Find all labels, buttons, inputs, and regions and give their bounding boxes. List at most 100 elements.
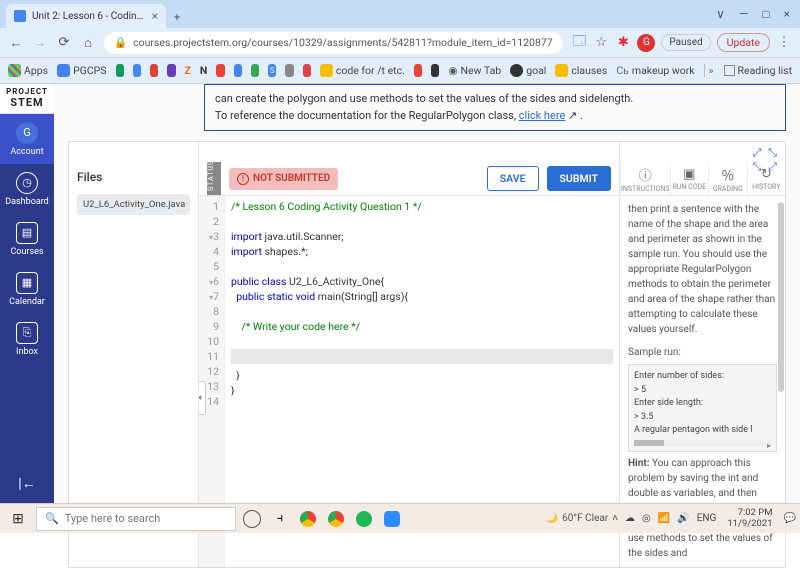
instruction-line: To reference the documentation for the R… bbox=[215, 108, 775, 125]
wifi-icon[interactable]: 📶 bbox=[658, 513, 670, 524]
bookmark-s[interactable]: S bbox=[268, 64, 276, 77]
notifications-icon[interactable]: 💬 bbox=[784, 513, 796, 524]
sample-run-box: Enter number of sides: > 5 Enter side le… bbox=[628, 364, 777, 452]
warning-icon: ! bbox=[237, 173, 249, 185]
expand-icon[interactable]: ⤢ ⤡⤡ ⤢ bbox=[753, 146, 779, 174]
bookmark-icon[interactable] bbox=[303, 64, 311, 77]
weather-widget[interactable]: 🌙 60°F Clear bbox=[546, 513, 609, 524]
sidebar-item-dashboard[interactable]: ◷ Dashboard bbox=[0, 164, 54, 214]
update-button[interactable]: Update bbox=[717, 33, 770, 52]
window-minimize-icon[interactable]: — bbox=[739, 7, 748, 21]
click-here-link[interactable]: click here bbox=[519, 109, 566, 122]
h-scrollbar-thumb[interactable] bbox=[634, 440, 664, 446]
sidebar-collapse[interactable]: |← bbox=[0, 463, 54, 503]
sidebar-label: Account bbox=[10, 147, 43, 157]
window-minimize-icon[interactable]: ∨ bbox=[716, 7, 725, 21]
browser-tab[interactable]: Unit 2: Lesson 6 - Coding Activity × bbox=[6, 4, 166, 28]
scrollbar-thumb[interactable] bbox=[778, 202, 784, 392]
task-view-icon[interactable]: ⫞ bbox=[268, 507, 292, 531]
cortana-icon[interactable] bbox=[240, 507, 264, 531]
calendar-icon: ▦ bbox=[16, 272, 38, 294]
forward-icon[interactable]: → bbox=[32, 35, 48, 51]
sample-run-label: Sample run: bbox=[628, 345, 777, 360]
new-tab-bookmark[interactable]: ◉New Tab bbox=[448, 64, 501, 77]
makeup-bookmark[interactable]: Cьmakeup work bbox=[616, 64, 694, 77]
inbox-icon: ⎘ bbox=[16, 322, 38, 344]
bookmark-icon[interactable] bbox=[251, 64, 259, 77]
reading-list-button[interactable]: Reading list bbox=[724, 64, 792, 77]
file-item[interactable]: U2_L6_Activity_One.java bbox=[77, 194, 190, 215]
bookmark-icon[interactable] bbox=[431, 64, 439, 77]
new-tab-button[interactable]: + bbox=[166, 6, 188, 28]
goal-bookmark[interactable]: goal bbox=[510, 64, 546, 77]
start-button[interactable]: ⊞ bbox=[4, 505, 32, 533]
submit-button[interactable]: SUBMIT bbox=[547, 166, 611, 191]
tab-grading[interactable]: ％GRADING bbox=[708, 162, 746, 195]
tab-instructions[interactable]: ⓘINSTRUCTIONS bbox=[620, 162, 670, 195]
grading-icon: ％ bbox=[721, 165, 734, 184]
weather-icon: 🌙 bbox=[546, 513, 558, 524]
url-text: courses.projectstem.org/courses/10329/as… bbox=[133, 36, 553, 49]
bookmark-icon[interactable] bbox=[285, 64, 293, 77]
bookmark-icon[interactable] bbox=[150, 64, 158, 77]
canvas-sidebar: PROJECT STEM G Account ◷ Dashboard ▤ Cou… bbox=[0, 84, 54, 503]
sidebar-label: Inbox bbox=[16, 347, 38, 357]
location-icon[interactable]: ◎ bbox=[642, 513, 651, 524]
sidebar-item-calendar[interactable]: ▦ Calendar bbox=[0, 264, 54, 314]
dashboard-icon: ◷ bbox=[16, 172, 38, 194]
back-icon[interactable]: ← bbox=[8, 35, 24, 51]
save-button[interactable]: SAVE bbox=[487, 166, 539, 191]
tray-up-icon[interactable]: ˄ bbox=[612, 513, 618, 524]
instruction-text: then print a sentence with the name of t… bbox=[628, 202, 777, 337]
menu-icon[interactable]: ⋮ bbox=[776, 35, 792, 50]
bookmark-icon[interactable]: ☆ bbox=[593, 35, 609, 50]
chrome-app-icon[interactable] bbox=[324, 507, 348, 531]
clauses-bookmark[interactable]: clauses bbox=[555, 64, 607, 77]
bookmark-n[interactable]: N bbox=[200, 64, 207, 77]
window-maximize-icon[interactable]: □ bbox=[762, 7, 769, 21]
search-icon: 🔍 bbox=[45, 512, 59, 525]
bookmarks-overflow[interactable]: » bbox=[704, 64, 718, 77]
tab-title: Unit 2: Lesson 6 - Coding Activity bbox=[32, 11, 146, 22]
sidebar-item-inbox[interactable]: ⎘ Inbox bbox=[0, 314, 54, 364]
spotify-icon[interactable] bbox=[352, 507, 376, 531]
bookmark-icon[interactable] bbox=[234, 64, 242, 77]
collapse-handle[interactable]: ◂ bbox=[199, 381, 206, 415]
avatar-icon: G bbox=[16, 122, 38, 144]
extension-icon[interactable]: ✱ bbox=[615, 35, 631, 50]
address-bar: ← → ⟳ ⌂ 🔒 courses.projectstem.org/course… bbox=[0, 28, 800, 58]
bookmark-icon[interactable] bbox=[116, 64, 124, 77]
not-submitted-badge: ! NOT SUBMITTED bbox=[229, 168, 338, 190]
chrome-app-icon[interactable] bbox=[296, 507, 320, 531]
taskbar-search[interactable]: 🔍 Type here to search bbox=[36, 507, 236, 531]
window-close-icon[interactable]: × bbox=[784, 7, 790, 21]
zoom-icon[interactable] bbox=[380, 507, 404, 531]
files-heading: Files bbox=[77, 170, 190, 184]
bookmark-icon[interactable] bbox=[167, 64, 175, 77]
bookmark-icon[interactable] bbox=[414, 64, 422, 77]
profile-paused-chip[interactable]: Paused bbox=[661, 34, 710, 51]
onedrive-icon[interactable]: ☁ bbox=[625, 513, 635, 524]
volume-icon[interactable]: 🔊 bbox=[677, 513, 689, 524]
bookmark-icon[interactable] bbox=[216, 64, 224, 77]
lock-icon: 🔒 bbox=[114, 36, 127, 49]
profile-avatar[interactable]: G bbox=[637, 34, 655, 52]
tab-close-icon[interactable]: × bbox=[152, 9, 158, 23]
tab-favicon bbox=[14, 10, 26, 22]
home-icon[interactable]: ⌂ bbox=[80, 35, 96, 51]
code-for-bookmark[interactable]: code for /t etc. bbox=[320, 64, 405, 77]
sidebar-item-courses[interactable]: ▤ Courses bbox=[0, 214, 54, 264]
system-tray: ˄ ☁ ◎ 📶 🔊 ENG 7:02 PM 11/9/2021 💬 bbox=[612, 508, 796, 529]
reload-icon[interactable]: ⟳ bbox=[56, 35, 72, 50]
pgcps-bookmark[interactable]: PGCPS bbox=[57, 64, 106, 77]
clock[interactable]: 7:02 PM 11/9/2021 bbox=[723, 508, 776, 529]
stem-logo[interactable]: PROJECT STEM bbox=[0, 84, 54, 114]
bookmark-z[interactable]: Z bbox=[185, 64, 191, 77]
bookmark-icon[interactable] bbox=[133, 64, 141, 77]
language-indicator[interactable]: ENG bbox=[697, 513, 717, 524]
sidebar-item-account[interactable]: G Account bbox=[0, 114, 54, 164]
apps-bookmark[interactable]: Apps bbox=[8, 64, 48, 77]
translate-icon[interactable]: 🗔 bbox=[571, 32, 587, 54]
tab-run-code[interactable]: ▣RUN CODE bbox=[670, 162, 708, 195]
url-input[interactable]: 🔒 courses.projectstem.org/courses/10329/… bbox=[104, 32, 563, 54]
